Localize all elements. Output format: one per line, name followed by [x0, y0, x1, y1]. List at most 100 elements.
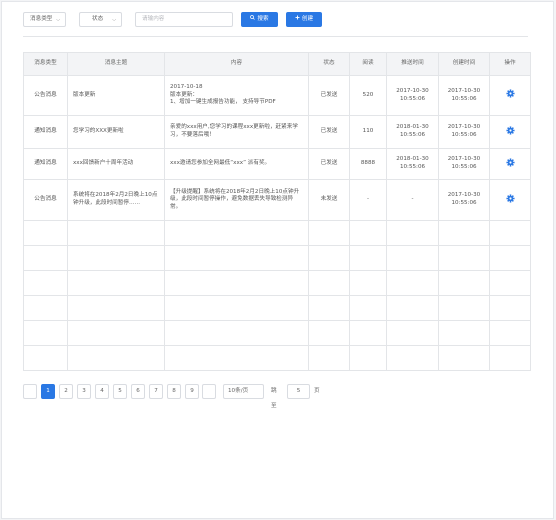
empty-cell [489, 245, 531, 271]
type-cell: 公告消息 [23, 179, 68, 221]
page-button-4[interactable]: 4 [95, 384, 109, 399]
empty-cell [349, 220, 387, 246]
empty-cell [349, 295, 387, 321]
empty-cell [438, 320, 490, 346]
page-button-2[interactable]: 2 [59, 384, 73, 399]
empty-cell [308, 345, 350, 371]
type-cell: 通知消息 [23, 148, 68, 180]
empty-cell [386, 270, 439, 296]
search-button[interactable]: 搜索 [241, 12, 278, 27]
page-button-3[interactable]: 3 [77, 384, 91, 399]
create-time-cell: 2017-10-30 10:55:06 [438, 179, 490, 221]
content-cell: 【升级提醒】系统将在2018年2月2日晚上10点钟升级，此段时间暂停操作，避免数… [164, 179, 309, 221]
empty-cell [349, 270, 387, 296]
gear-icon[interactable] [505, 158, 515, 169]
empty-cell [23, 270, 68, 296]
status-cell: 已发送 [308, 148, 350, 180]
column-header: 阅读 [349, 52, 387, 76]
page-size-select[interactable]: 10条/页 [223, 384, 264, 399]
empty-cell [308, 320, 350, 346]
filter-toolbar: 消息类型 ⌵ 状态 ⌵ 请输内容 搜索 创建 [23, 12, 543, 28]
empty-cell [67, 320, 165, 346]
page-button-8[interactable]: 8 [167, 384, 181, 399]
reads-cell: 110 [349, 115, 387, 149]
empty-cell [23, 320, 68, 346]
page-button-9[interactable]: 9 [185, 384, 199, 399]
type-cell: 公告消息 [23, 75, 68, 116]
empty-cell [164, 245, 309, 271]
subject-cell: 版本更新 [67, 75, 165, 116]
empty-cell [438, 345, 490, 371]
goto-label: 跳至 [271, 388, 277, 409]
empty-cell [164, 320, 309, 346]
create-button-label: 创建 [301, 16, 314, 22]
message-type-select-label: 消息类型 [30, 16, 53, 22]
column-header: 操作 [489, 52, 531, 76]
create-button[interactable]: 创建 [286, 12, 322, 27]
action-cell [489, 75, 531, 116]
reads-cell: - [349, 179, 387, 221]
prev-page-button[interactable] [23, 384, 37, 399]
status-cell: 已发送 [308, 115, 350, 149]
table-row: 公告消息 系统将在2018年2月2日晚上10点钟升级，此段时间暂停…… 【升级提醒】… [23, 179, 531, 221]
goto-unit-label: 页 [314, 388, 320, 394]
table-row: 通知消息 您学习的XXX更新啦 亲爱的xxx用户,您学习的课程xxx更新啦，赶紧来学… [23, 115, 531, 149]
type-cell: 通知消息 [23, 115, 68, 149]
empty-cell [67, 245, 165, 271]
empty-cell [386, 220, 439, 246]
empty-cell [489, 320, 531, 346]
column-header: 创建时间 [438, 52, 490, 76]
gear-icon[interactable] [505, 89, 515, 100]
subject-cell: 您学习的XXX更新啦 [67, 115, 165, 149]
content-cell: 亲爱的xxx用户,您学习的课程xxx更新啦，赶紧来学习，不要落后哦！ [164, 115, 309, 149]
empty-cell [308, 270, 350, 296]
push-time-cell: 2017-10-30 10:55:06 [386, 75, 439, 116]
empty-cell [23, 220, 68, 246]
empty-table-row [23, 345, 531, 371]
create-time-cell: 2017-10-30 10:55:06 [438, 115, 490, 149]
empty-cell [67, 270, 165, 296]
empty-cell [386, 295, 439, 321]
page-button-6[interactable]: 6 [131, 384, 145, 399]
message-type-select[interactable]: 消息类型 ⌵ [23, 12, 66, 27]
search-input[interactable]: 请输内容 [135, 12, 233, 27]
gear-icon[interactable] [505, 194, 515, 205]
empty-table-row [23, 295, 531, 321]
plus-icon [295, 12, 300, 27]
next-page-button[interactable] [202, 384, 216, 399]
column-header: 内容 [164, 52, 309, 76]
page-button-5[interactable]: 5 [113, 384, 127, 399]
empty-cell [308, 220, 350, 246]
reads-cell: 8888 [349, 148, 387, 180]
toolbar-divider [23, 36, 528, 37]
push-time-cell: 2018-01-30 10:55:06 [386, 148, 439, 180]
empty-cell [489, 270, 531, 296]
empty-cell [489, 220, 531, 246]
goto-page-input[interactable]: 5 [287, 384, 310, 399]
subject-cell: 系统将在2018年2月2日晚上10点钟升级，此段时间暂停…… [67, 179, 165, 221]
status-cell: 未发送 [308, 179, 350, 221]
empty-cell [23, 245, 68, 271]
column-header: 消息类型 [23, 52, 68, 76]
empty-cell [67, 295, 165, 321]
chevron-down-icon: ⌵ [112, 17, 116, 23]
empty-table-row [23, 270, 531, 296]
action-cell [489, 115, 531, 149]
status-select[interactable]: 状态 ⌵ [79, 12, 122, 27]
empty-cell [164, 220, 309, 246]
page-button-7[interactable]: 7 [149, 384, 163, 399]
table-row: 通知消息 xxx回馈新户十周年活动 xxx邀请您参加全网最低“xxx” 派有奖。 已发… [23, 148, 531, 180]
content-cell: 2017-10-18 版本更新： 1、增加一键生成报告功能， 支持导节PDF [164, 75, 309, 116]
column-header: 状态 [308, 52, 350, 76]
empty-cell [438, 245, 490, 271]
push-time-cell: - [386, 179, 439, 221]
gear-icon[interactable] [505, 126, 515, 137]
reads-cell: 520 [349, 75, 387, 116]
empty-table-row [23, 245, 531, 271]
empty-cell [164, 295, 309, 321]
empty-cell [349, 320, 387, 346]
page-button-1[interactable]: 1 [41, 384, 55, 399]
push-time-cell: 2018-01-30 10:55:06 [386, 115, 439, 149]
empty-table-row [23, 320, 531, 346]
content-cell: xxx邀请您参加全网最低“xxx” 派有奖。 [164, 148, 309, 180]
